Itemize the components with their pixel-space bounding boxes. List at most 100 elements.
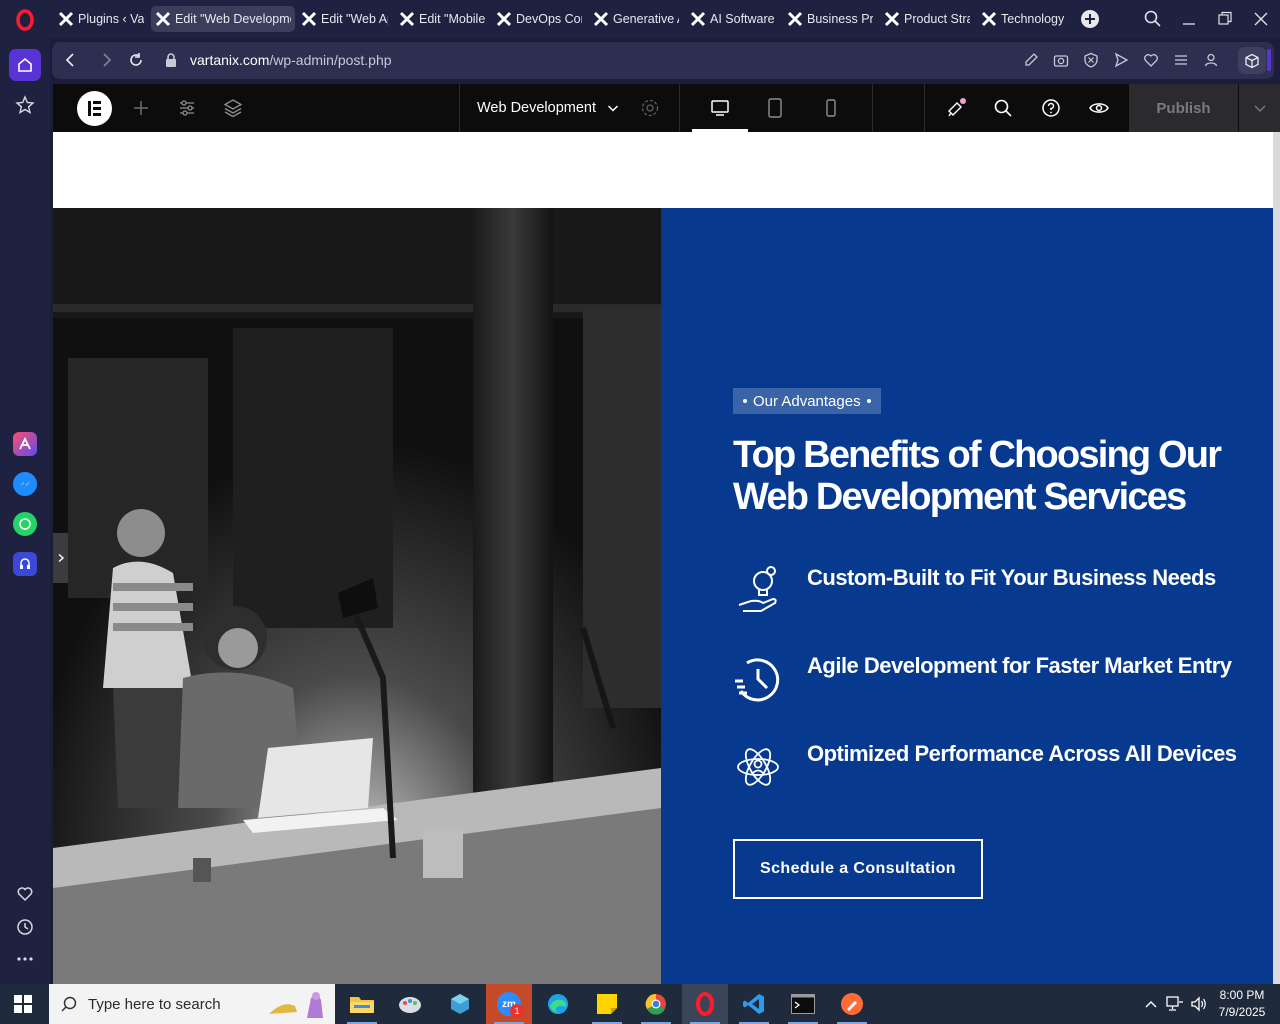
lock-icon[interactable] <box>164 52 178 68</box>
notification-badge: 1 <box>510 1004 524 1018</box>
messenger-icon[interactable] <box>9 468 41 500</box>
search-placeholder: Type here to search <box>88 995 221 1013</box>
tablet-device-icon[interactable] <box>763 96 787 120</box>
close-window-button[interactable] <box>1251 9 1271 29</box>
clock-time: 8:00 PM <box>1219 988 1265 1002</box>
more-dots-icon[interactable] <box>9 943 41 975</box>
taskbar-search-box[interactable]: Type here to search <box>49 984 335 1024</box>
toolbar-divider <box>679 84 680 132</box>
profile-icon[interactable] <box>1203 52 1219 68</box>
sketchup-app-icon[interactable] <box>437 984 483 1024</box>
windows-taskbar: Type here to search zm 1 8:00 PM 7/9/202… <box>0 984 1280 1024</box>
elementor-top-bar: Web Development Publish <box>53 84 1280 132</box>
taskbar-clock[interactable]: 8:00 PM 7/9/2025 <box>1212 987 1272 1021</box>
vartanix-x-icon <box>787 11 803 27</box>
easy-setup-icon[interactable] <box>1173 52 1189 68</box>
notifications-megaphone-icon[interactable] <box>944 96 968 120</box>
vartanix-x-icon <box>399 11 415 27</box>
chrome-browser-icon[interactable] <box>633 984 679 1024</box>
url-path: /wp-admin/post.php <box>269 52 392 68</box>
sticky-notes-icon[interactable] <box>584 984 630 1024</box>
elementor-logo-icon[interactable] <box>77 91 112 126</box>
document-name-dropdown[interactable]: Web Development <box>477 98 620 118</box>
tab-generative-ai[interactable]: Generative A <box>589 6 683 32</box>
badge-label: Our Advantages <box>753 392 861 410</box>
page-scrollbar[interactable] <box>1273 132 1280 984</box>
navigator-toggle-button[interactable] <box>53 533 68 583</box>
aria-icon[interactable] <box>9 428 41 460</box>
desktop-device-icon[interactable] <box>708 96 732 120</box>
reload-button[interactable] <box>127 51 145 69</box>
tab-devops[interactable]: DevOps Con <box>492 6 586 32</box>
publish-options-button[interactable] <box>1239 84 1280 132</box>
finder-search-icon[interactable] <box>991 96 1015 120</box>
terminal-icon[interactable] <box>780 984 826 1024</box>
url-field[interactable]: vartanix.com/wp-admin/post.php <box>190 52 392 68</box>
editor-canvas[interactable]: Our Advantages Top Benefits of Choosing … <box>53 132 1273 984</box>
mobile-device-icon[interactable] <box>819 96 843 120</box>
opera-logo-icon[interactable] <box>14 9 36 31</box>
structure-layers-icon[interactable] <box>221 96 245 120</box>
tab-edit-web-app[interactable]: Edit "Web Ap <box>297 6 392 32</box>
new-tab-button[interactable] <box>1081 10 1099 28</box>
file-explorer-icon[interactable] <box>339 984 385 1024</box>
address-bar: vartanix.com/wp-admin/post.php <box>52 42 1274 79</box>
accent-strip <box>1267 49 1271 71</box>
camera-snapshot-icon[interactable] <box>1053 52 1069 68</box>
favorite-heart-icon[interactable] <box>1143 52 1159 68</box>
home-icon[interactable] <box>9 49 41 81</box>
minimize-button[interactable] <box>1179 9 1199 29</box>
vartanix-x-icon <box>496 11 512 27</box>
help-question-icon[interactable] <box>1039 96 1063 120</box>
send-flow-icon[interactable] <box>1113 52 1129 68</box>
site-settings-sliders-icon[interactable] <box>175 96 199 120</box>
feature-item: Optimized Performance Across All Devices <box>733 739 1263 799</box>
windows-start-icon[interactable] <box>14 995 32 1013</box>
postman-icon[interactable] <box>829 984 875 1024</box>
paint-app-icon[interactable] <box>388 984 434 1024</box>
extensions-cube-icon[interactable] <box>1238 47 1266 74</box>
network-icon[interactable] <box>1166 996 1184 1012</box>
vscode-icon[interactable] <box>731 984 777 1024</box>
opera-browser-icon[interactable] <box>682 984 728 1024</box>
zoom-app-icon[interactable]: zm 1 <box>486 984 532 1024</box>
bookmarks-star-icon[interactable] <box>9 89 41 121</box>
page-settings-gear-icon[interactable] <box>638 96 662 120</box>
section-headline: Top Benefits of Choosing Our Web Develop… <box>733 434 1222 518</box>
edit-page-icon[interactable] <box>1023 52 1039 68</box>
back-button[interactable] <box>62 51 80 69</box>
schedule-consultation-button[interactable]: Schedule a Consultation <box>733 839 983 899</box>
tab-edit-mobile[interactable]: Edit "Mobile <box>395 6 489 32</box>
tab-business-process[interactable]: Business Pro <box>783 6 877 32</box>
add-element-icon[interactable] <box>129 96 153 120</box>
tray-chevron-up-icon[interactable] <box>1143 996 1159 1012</box>
publish-button[interactable]: Publish <box>1129 84 1238 132</box>
tab-product-strategy[interactable]: Product Strat <box>880 6 974 32</box>
edge-browser-icon[interactable] <box>535 984 581 1024</box>
adblock-shield-icon[interactable] <box>1083 52 1099 68</box>
tab-plugins[interactable]: Plugins ‹ Vart <box>54 6 148 32</box>
section-badge: Our Advantages <box>733 388 881 414</box>
search-highlight-icon <box>269 992 323 1018</box>
feature-text: Custom-Built to Fit Your Business Needs <box>807 565 1216 590</box>
chevron-down-icon <box>608 105 619 112</box>
clock-date: 7/9/2025 <box>1218 1005 1266 1019</box>
toolbar-divider <box>924 84 925 132</box>
volume-icon[interactable] <box>1190 996 1208 1012</box>
advantages-section: Our Advantages Top Benefits of Choosing … <box>661 208 1273 984</box>
restore-button[interactable] <box>1215 9 1235 29</box>
tab-ai-software[interactable]: AI Software <box>686 6 780 32</box>
history-clock-icon[interactable] <box>9 911 41 943</box>
vartanix-x-icon <box>58 11 74 27</box>
feature-text: Agile Development for Faster Market Entr… <box>807 653 1232 678</box>
preview-eye-icon[interactable] <box>1087 96 1111 120</box>
heart-icon[interactable] <box>9 878 41 910</box>
music-player-icon[interactable] <box>9 548 41 580</box>
forward-button[interactable] <box>97 51 115 69</box>
tab-technology[interactable]: Technology S <box>977 6 1071 32</box>
tab-search-icon[interactable] <box>1143 9 1163 29</box>
search-icon <box>61 996 77 1012</box>
tab-edit-web-development[interactable]: Edit "Web Developme <box>151 6 295 32</box>
whatsapp-icon[interactable] <box>9 508 41 540</box>
badge-dot <box>743 399 747 403</box>
